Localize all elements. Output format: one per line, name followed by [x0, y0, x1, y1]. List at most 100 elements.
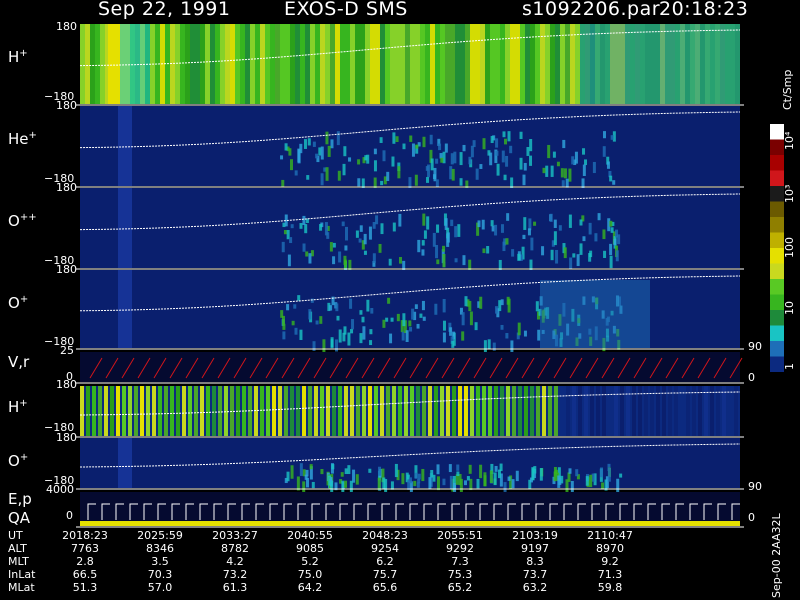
colorbar-label-1e4: 10⁴ — [783, 131, 796, 150]
colorbar-swatch — [770, 217, 784, 233]
tick-h-top: 180 — [56, 20, 77, 33]
footer-label-mlt: MLT — [8, 555, 29, 568]
footer-labels: UT ALT MLT InLat MLat — [8, 529, 35, 594]
footer-cell: 7763 — [71, 542, 99, 555]
panel-bg — [80, 106, 740, 186]
tick-right-op2: 90 — [748, 480, 762, 493]
footer-cell: 51.3 — [72, 581, 98, 594]
tick-vr-top: 25 — [60, 344, 74, 357]
colorbar-swatch — [770, 356, 784, 372]
colorbar-swatch — [770, 310, 784, 326]
spectrogram-canvas — [76, 24, 744, 528]
footer-cell: 2.8 — [76, 555, 94, 568]
footer-column: 2018:23 7763 2.8 66.5 51.3 — [58, 529, 112, 594]
footer-column: 2055:51 9292 7.3 75.3 65.2 — [433, 529, 487, 594]
panel-label-o-plus-plus: O++ — [8, 212, 37, 230]
panel-label-vr: V,r — [8, 353, 30, 371]
colorbar-swatch — [770, 201, 784, 218]
footer-cell: 2110:47 — [587, 529, 633, 542]
panel-label-o-plus: O+ — [8, 294, 29, 312]
footer-column: 2025:59 8346 3.5 70.3 57.0 — [133, 529, 187, 594]
footer-cell: 2055:51 — [437, 529, 483, 542]
footer-column: 2110:47 8970 9.2 71.3 59.8 — [583, 529, 637, 594]
footer-cell: 61.3 — [222, 581, 248, 594]
footer-cell: 4.2 — [226, 555, 244, 568]
footer-cell: 73.7 — [522, 568, 548, 581]
colorbar-swatch — [770, 248, 784, 264]
tick-op2-top: 180 — [56, 431, 77, 444]
footer-cell: 9.2 — [601, 555, 619, 568]
panel-label-qa: QA — [8, 509, 31, 527]
footer-cell: 8.3 — [526, 555, 544, 568]
footer-label-inlat: InLat — [8, 568, 36, 581]
footer-cell: 2040:55 — [287, 529, 333, 542]
footer-column: 2040:55 9085 5.2 75.0 64.2 — [283, 529, 337, 594]
colorbar-label-10: 10 — [783, 301, 796, 315]
panel-label-o-plus-2: O+ — [8, 452, 29, 470]
colorbar-swatch — [770, 294, 784, 311]
footer-label-mlat: MLat — [8, 581, 35, 594]
footer-cell: 7.3 — [451, 555, 469, 568]
footer-cell: 9292 — [446, 542, 474, 555]
footer-cell: 8346 — [146, 542, 174, 555]
footer-cell: 2103:19 — [512, 529, 558, 542]
footer-cell: 63.2 — [522, 581, 548, 594]
footer-cell: 8782 — [221, 542, 249, 555]
footer-cell: 65.6 — [372, 581, 398, 594]
footer-cell: 57.0 — [147, 581, 173, 594]
panel-label-ep: E,p — [8, 490, 32, 508]
footer-cell: 70.3 — [147, 568, 173, 581]
side-text: Sep-00 2AA32L — [770, 513, 783, 598]
footer-cell: 3.5 — [151, 555, 169, 568]
colorbar-label-1: 1 — [783, 363, 796, 370]
tick-right-op: 90 — [748, 340, 762, 353]
footer-cell: 75.0 — [297, 568, 323, 581]
footer-column: 2033:27 8782 4.2 73.2 61.3 — [208, 529, 262, 594]
colorbar-swatch — [770, 279, 784, 295]
footer-cell: 75.3 — [447, 568, 473, 581]
colorbar-swatch — [770, 124, 784, 140]
tick-right-ep: 0 — [748, 511, 755, 524]
footer-cell: 66.5 — [72, 568, 98, 581]
footer-cell: 2033:27 — [212, 529, 258, 542]
footer-column: 2103:19 9197 8.3 73.7 63.2 — [508, 529, 562, 594]
panel-label-h-plus-2: H+ — [8, 398, 28, 416]
panel-label-h-plus: H+ — [8, 48, 28, 66]
footer-column: 2048:23 9254 6.2 75.7 65.6 — [358, 529, 412, 594]
footer-cell: 2018:23 — [62, 529, 108, 542]
colorbar-swatch — [770, 186, 784, 202]
colorbar-swatch — [770, 232, 784, 249]
footer-cell: 2048:23 — [362, 529, 408, 542]
colorbar-unit: Ct/Smp — [781, 69, 794, 110]
tick-ep-bottom: 0 — [66, 509, 73, 522]
footer-cell: 9197 — [521, 542, 549, 555]
footer-cell: 59.8 — [597, 581, 623, 594]
footer-label-alt: ALT — [8, 542, 27, 555]
tick-he-top: 180 — [56, 99, 77, 112]
footer-cell: 9085 — [296, 542, 324, 555]
footer-cell: 6.2 — [376, 555, 394, 568]
footer-cell: 75.7 — [372, 568, 398, 581]
tick-ep-top: 4000 — [46, 483, 74, 496]
panel-label-he-plus: He+ — [8, 130, 37, 148]
tick-opp-top: 180 — [56, 181, 77, 194]
footer-cell: 8970 — [596, 542, 624, 555]
colorbar-swatch — [770, 155, 784, 171]
footer-cell: 71.3 — [597, 568, 623, 581]
colorbar-swatch — [770, 325, 784, 342]
colorbar-label-100: 100 — [783, 237, 796, 258]
qa-bar — [80, 521, 740, 526]
colorbar — [770, 124, 784, 372]
footer-cell: 5.2 — [301, 555, 319, 568]
colorbar-swatch — [770, 263, 784, 280]
panel-bg — [80, 188, 740, 268]
footer-label-ut: UT — [8, 529, 23, 542]
footer-cell: 64.2 — [297, 581, 323, 594]
colorbar-swatch — [770, 139, 784, 156]
footer-cell: 73.2 — [222, 568, 248, 581]
footer-cell: 2025:59 — [137, 529, 183, 542]
colorbar-label-1e3: 10³ — [783, 184, 796, 203]
footer-cell: 65.2 — [447, 581, 473, 594]
tick-op-top: 180 — [56, 263, 77, 276]
tick-right-vr: 0 — [748, 371, 755, 384]
